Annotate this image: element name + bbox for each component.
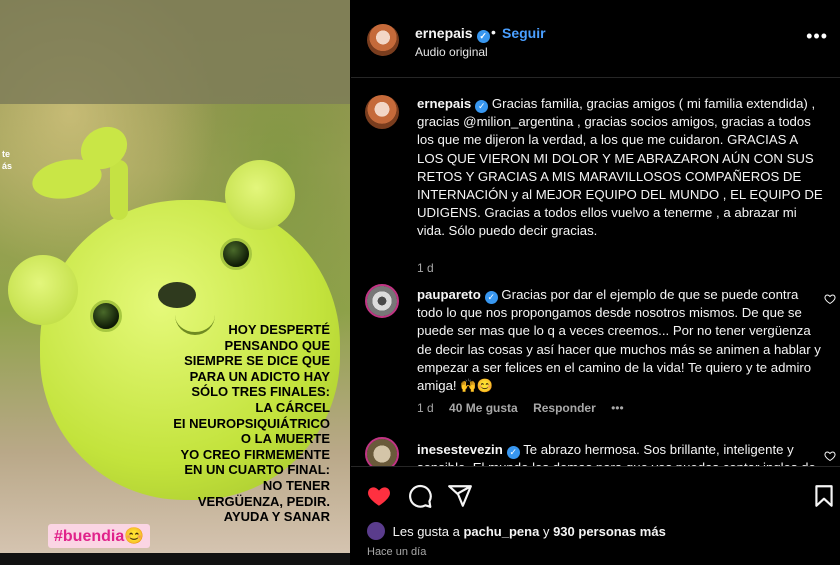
likes-count[interactable]: 930 personas más xyxy=(553,524,666,539)
liker-username[interactable]: pachu_pena xyxy=(463,524,539,539)
comment-username[interactable]: ernepais xyxy=(417,96,471,111)
follow-button[interactable]: Seguir xyxy=(502,25,546,41)
verified-badge-icon: ✓ xyxy=(506,446,520,459)
heart-filled-icon[interactable] xyxy=(366,483,392,509)
comment-username[interactable]: paupareto xyxy=(417,287,481,302)
header-username[interactable]: ernepais xyxy=(415,25,473,41)
bookmark-icon[interactable] xyxy=(811,483,837,509)
media-bottom-band xyxy=(0,553,350,565)
comment-like-icon[interactable] xyxy=(824,450,836,462)
verified-badge-icon: ✓ xyxy=(484,291,498,304)
avatar[interactable] xyxy=(367,24,399,56)
audio-link[interactable]: Audio original xyxy=(415,45,488,59)
bear-ear-right xyxy=(225,160,295,230)
comment-more-icon[interactable]: ••• xyxy=(611,401,624,415)
comment-time[interactable]: 1 d xyxy=(417,261,434,275)
story-caption-text: HOY DESPERTÉ PENSANDO QUE SIEMPRE SE DIC… xyxy=(173,322,330,525)
bear-eye-right xyxy=(220,238,252,270)
verified-badge-icon: ✓ xyxy=(475,100,489,113)
hashtag-sticker[interactable]: #buendia😊 xyxy=(48,524,151,548)
comment-meta: 1 d 40 Me gusta Responder ••• xyxy=(417,401,636,415)
comment-text-block: inesestevezin ✓ Te abrazo hermosa. Sos br… xyxy=(417,441,825,466)
more-options-icon[interactable]: ••• xyxy=(806,27,828,45)
bear-ear-left xyxy=(8,255,78,325)
liker-avatar xyxy=(367,522,385,540)
comment-meta: 1 d xyxy=(417,261,446,275)
comment-like-icon[interactable] xyxy=(824,293,836,305)
reply-button: Responder xyxy=(533,401,596,415)
media-top-band xyxy=(0,0,350,104)
comment-time[interactable]: 1 d xyxy=(417,401,434,415)
header-separator: • xyxy=(491,24,496,40)
avatar[interactable] xyxy=(365,95,399,129)
comment-username[interactable]: inesestevezin xyxy=(417,442,503,457)
comment-text-block: ernepais ✓ Gracias familia, gracias amigo… xyxy=(417,95,825,241)
bear-eye-left xyxy=(90,300,122,332)
comment-likes: 40 Me gusta xyxy=(449,401,518,415)
post-header: ernepais ✓ • Seguir Audio original ••• xyxy=(351,0,840,78)
post-timestamp[interactable]: Hace un día xyxy=(367,546,426,558)
comment-icon[interactable] xyxy=(407,483,433,509)
verified-badge-icon: ✓ xyxy=(476,30,490,43)
post-actions-bar: Les gusta a pachu_pena y 930 personas má… xyxy=(351,466,840,565)
header-username-row[interactable]: ernepais ✓ xyxy=(415,25,490,43)
share-icon[interactable] xyxy=(447,483,473,509)
bear-sprout-stem xyxy=(110,160,128,220)
post-media[interactable]: te ás HOY DESPERTÉ PENSANDO QUE SIEMPRE … xyxy=(0,0,350,565)
media-edge-text: te ás xyxy=(2,149,13,171)
avatar[interactable] xyxy=(365,437,399,466)
likes-summary[interactable]: Les gusta a pachu_pena y 930 personas má… xyxy=(367,522,666,540)
comments-list[interactable]: ernepais ✓ Gracias familia, gracias amigo… xyxy=(351,79,840,466)
comment-text-block: paupareto ✓ Gracias por dar el ejemplo de… xyxy=(417,286,825,395)
avatar[interactable] xyxy=(365,284,399,318)
comment-body: Gracias por dar el ejemplo de que se pue… xyxy=(417,287,821,394)
comment-body: Gracias familia, gracias amigos ( mi fam… xyxy=(417,96,823,239)
post-side-panel: ernepais ✓ • Seguir Audio original ••• er… xyxy=(351,0,840,565)
